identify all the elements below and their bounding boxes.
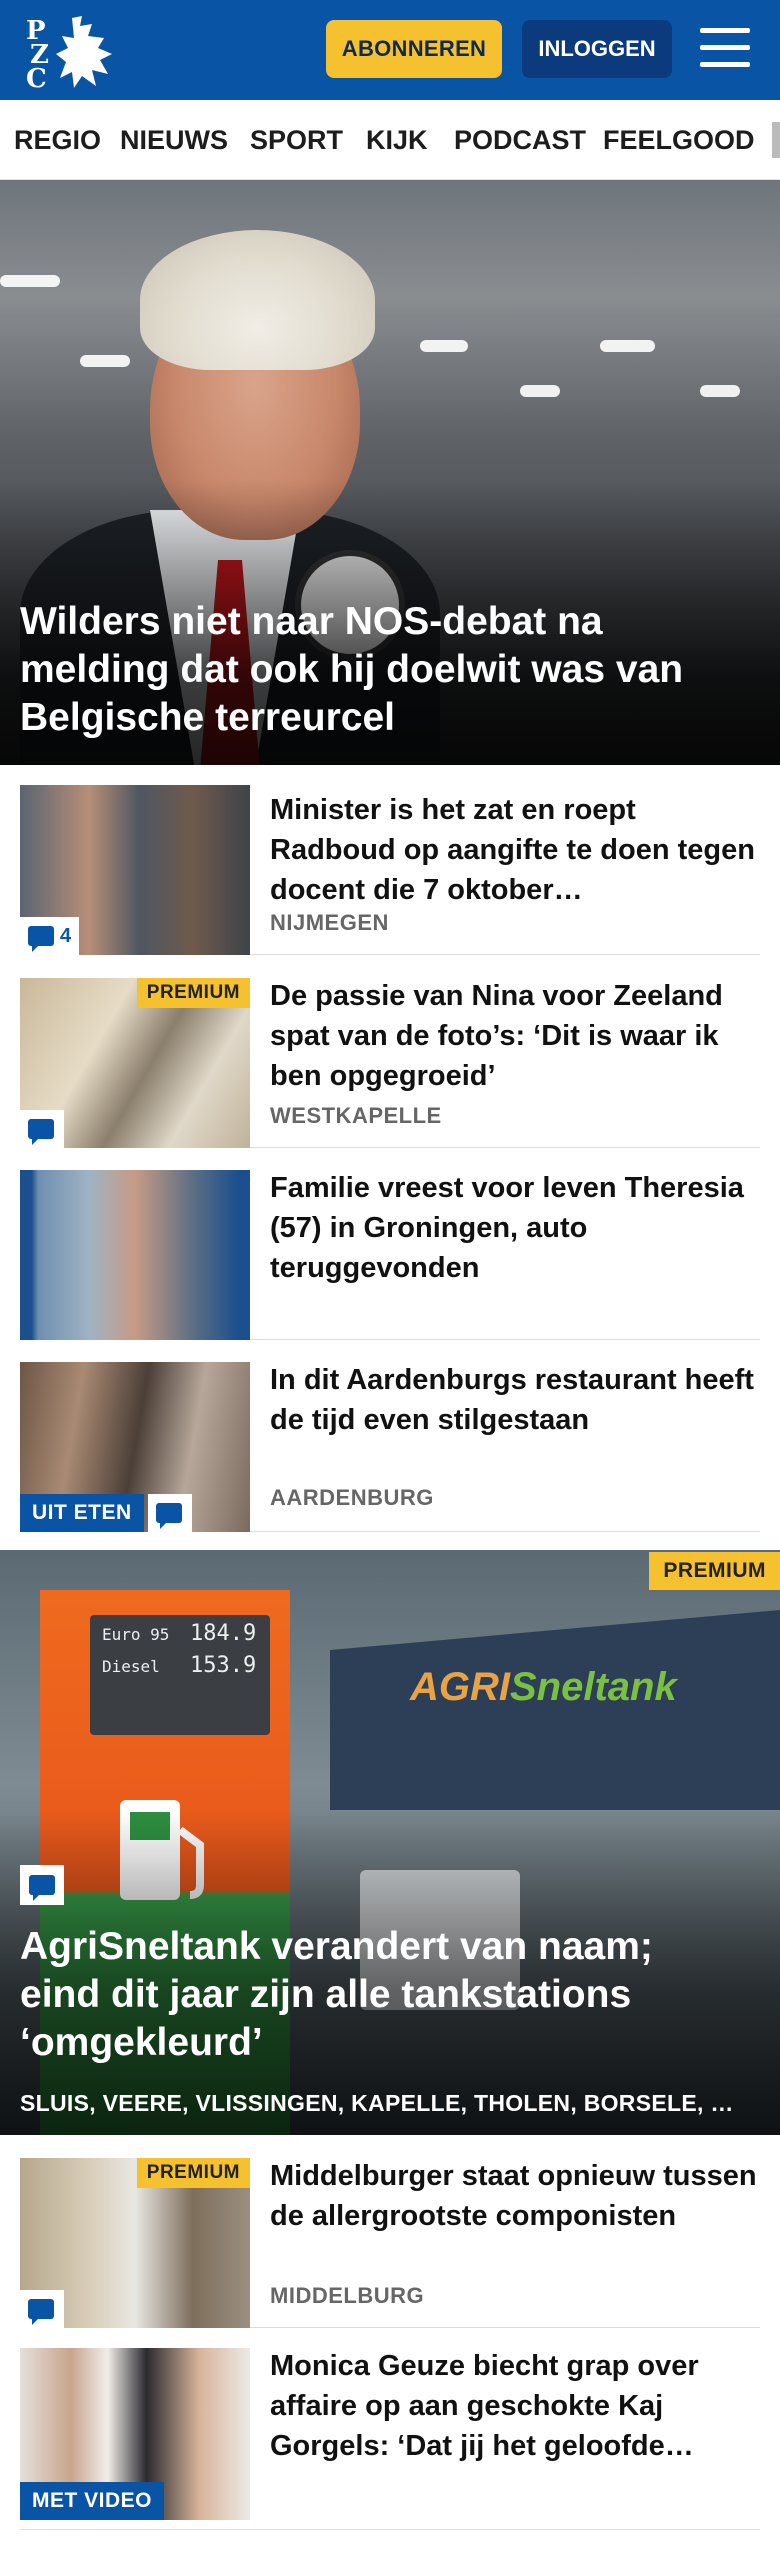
hero-article[interactable]: Wilders niet naar NOS-debat na melding d… <box>0 180 780 765</box>
article-thumbnail: PREMIUM <box>20 2158 250 2328</box>
pzc-logo[interactable]: P Z C <box>22 12 114 94</box>
feature-locations: SLUIS, VEERE, VLISSINGEN, KAPELLE, THOLE… <box>20 2090 734 2116</box>
comment-badge[interactable] <box>20 1110 64 1148</box>
lion-emblem-icon <box>56 16 112 88</box>
logo-letter-c: C <box>26 64 47 94</box>
nav-item-sport[interactable]: SPORT <box>250 100 343 179</box>
site-header: P Z C ABONNEREN INLOGGEN <box>0 0 780 100</box>
nav-item-nieuws[interactable]: NIEUWS <box>120 100 228 179</box>
list-item[interactable]: Familie vreest voor leven Theresia (57) … <box>20 1150 760 1340</box>
article-title[interactable]: Middelburger staat opnieuw tussen de all… <box>270 2156 760 2236</box>
list-item[interactable]: 4 Minister is het zat en roept Radboud o… <box>20 780 760 955</box>
comment-count: 4 <box>60 924 72 947</box>
premium-badge: PREMIUM <box>649 1552 780 1590</box>
login-button[interactable]: INLOGGEN <box>522 20 672 78</box>
article-location: NIJMEGEN <box>270 910 389 935</box>
comment-badge[interactable] <box>20 1865 64 1905</box>
article-location: AARDENBURG <box>270 1485 434 1510</box>
article-title[interactable]: In dit Aardenburgs restaurant heeft de t… <box>270 1360 760 1440</box>
premium-badge: PREMIUM <box>136 978 250 1008</box>
section-nav: REGIO NIEUWS SPORT KIJK PODCAST FEELGOOD <box>0 100 780 180</box>
canopy-brand: AGRISneltank <box>410 1665 677 1709</box>
article-thumbnail: MET VIDEO <box>20 2348 250 2520</box>
article-title[interactable]: Minister is het zat en roept Radboud op … <box>270 790 760 910</box>
comment-icon <box>28 2299 54 2325</box>
category-tag[interactable]: UIT ETEN <box>20 1494 144 1532</box>
article-thumbnail: UIT ETEN <box>20 1362 250 1532</box>
nav-item-kijk[interactable]: KIJK <box>366 100 428 179</box>
nav-item-feelgood[interactable]: FEELGOOD <box>603 100 755 179</box>
article-title[interactable]: De passie van Nina voor Zeeland spat van… <box>270 976 760 1096</box>
premium-badge: PREMIUM <box>136 2158 250 2188</box>
article-location: MIDDELBURG <box>270 2283 425 2308</box>
feature-title[interactable]: AgriSneltank verandert van naam; eind di… <box>20 1923 740 2067</box>
comment-badge[interactable] <box>20 2290 64 2328</box>
comment-icon <box>28 926 54 952</box>
comment-icon <box>28 1119 54 1145</box>
hero-title[interactable]: Wilders niet naar NOS-debat na melding d… <box>20 598 740 742</box>
article-location: WESTKAPELLE <box>270 1103 442 1128</box>
nav-overflow-indicator <box>772 122 780 158</box>
comment-count-badge[interactable]: 4 <box>20 917 80 955</box>
list-item[interactable]: UIT ETEN In dit Aardenburgs restaurant h… <box>20 1342 760 1532</box>
list-item[interactable]: MET VIDEO Monica Geuze biecht grap over … <box>20 2330 760 2530</box>
article-thumbnail <box>20 1170 250 1340</box>
comment-icon <box>156 1503 182 1529</box>
comment-badge[interactable] <box>148 1494 192 1532</box>
nav-item-regio[interactable]: REGIO <box>14 100 101 179</box>
list-item[interactable]: PREMIUM De passie van Nina voor Zeeland … <box>20 958 760 1148</box>
video-tag[interactable]: MET VIDEO <box>20 2482 165 2520</box>
subscribe-button[interactable]: ABONNEREN <box>326 20 502 78</box>
hamburger-icon[interactable] <box>700 26 750 70</box>
nav-item-podcast[interactable]: PODCAST <box>454 100 586 179</box>
article-thumbnail: 4 <box>20 785 250 955</box>
article-title[interactable]: Familie vreest voor leven Theresia (57) … <box>270 1168 760 1288</box>
comment-icon <box>29 1875 55 1901</box>
feature-article[interactable]: Euro 95 184.9 Diesel 153.9 AGRISneltank … <box>0 1550 780 2135</box>
list-item[interactable]: PREMIUM Middelburger staat opnieuw tusse… <box>20 2140 760 2328</box>
article-title[interactable]: Monica Geuze biecht grap over affaire op… <box>270 2346 760 2466</box>
article-thumbnail: PREMIUM <box>20 978 250 1148</box>
